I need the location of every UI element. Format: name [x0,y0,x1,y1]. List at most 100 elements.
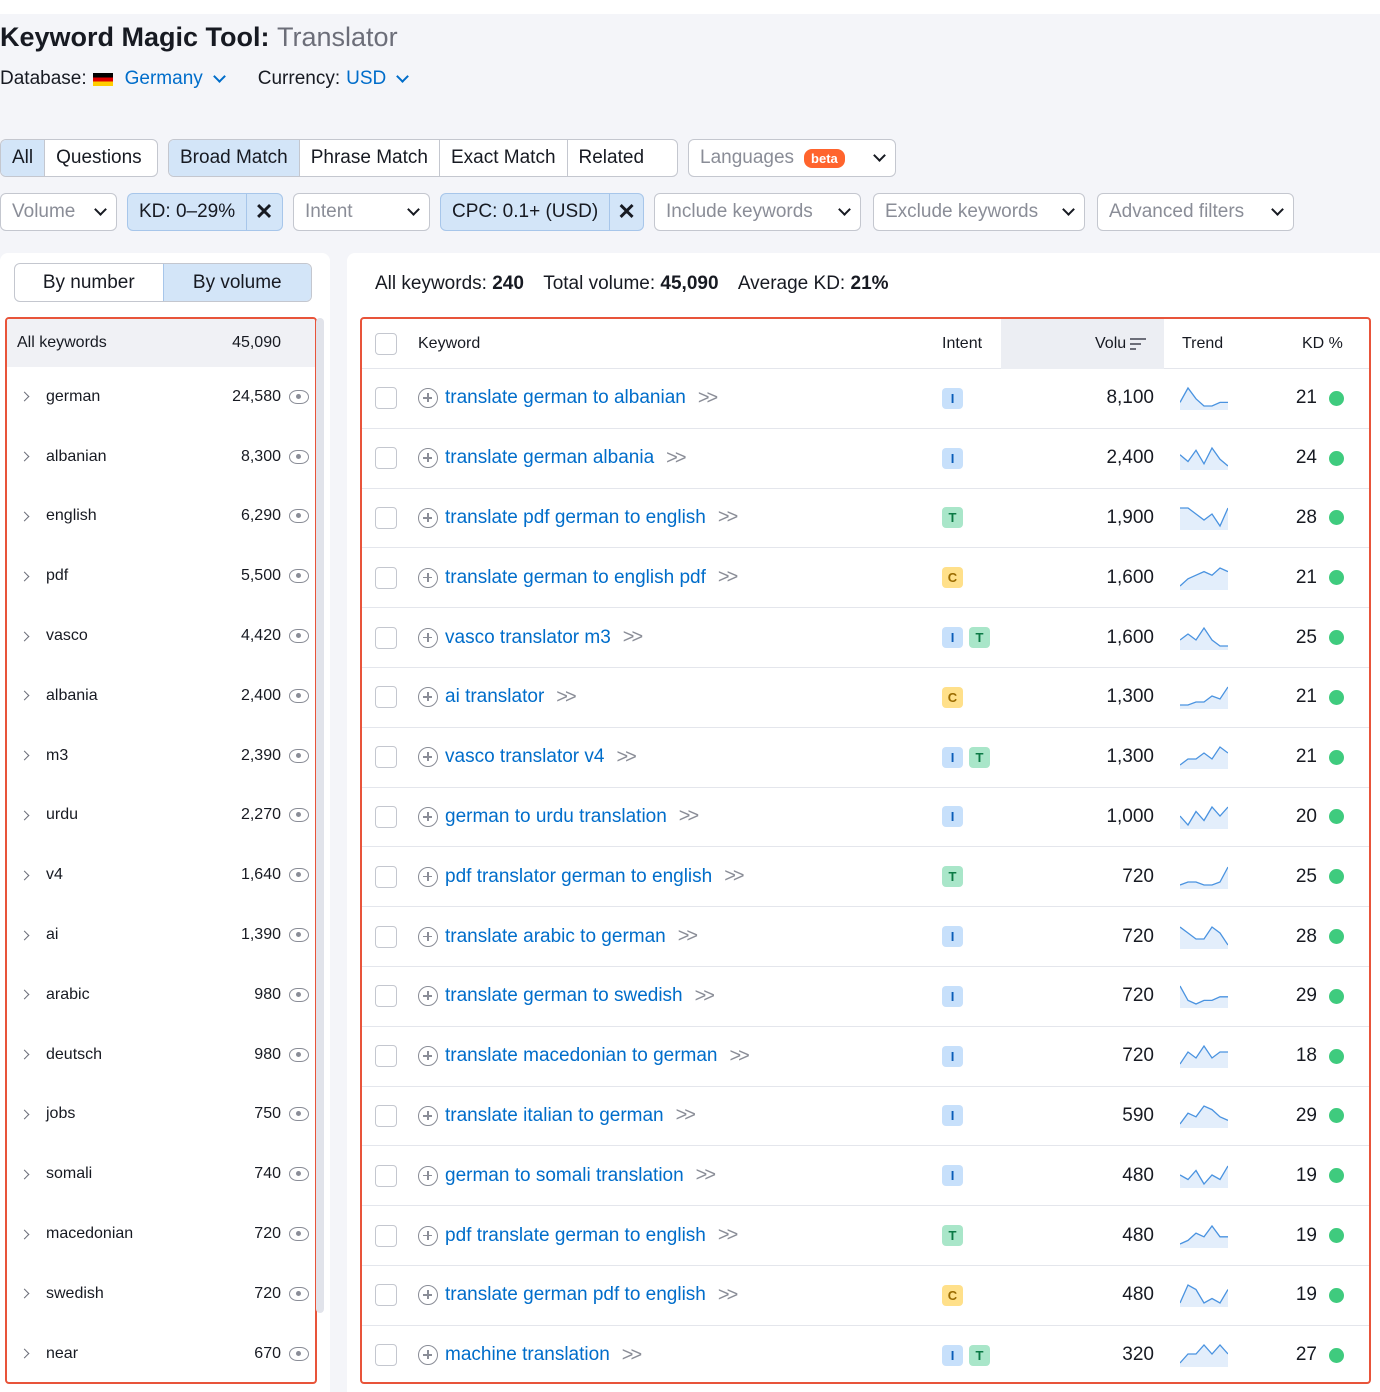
keyword-group-item[interactable]: german 24,580 [7,367,315,427]
eye-icon[interactable] [289,1227,309,1242]
keyword-group-item[interactable]: arabic 980 [7,965,315,1025]
add-to-list-icon[interactable] [418,567,438,588]
keyword-group-item[interactable]: deutsch 980 [7,1025,315,1085]
keyword-link[interactable]: translate macedonian to german [445,1045,718,1067]
keyword-group-item[interactable]: m3 2,390 [7,726,315,786]
add-to-list-icon[interactable] [418,1285,438,1306]
keyword-group-item[interactable]: ai 1,390 [7,905,315,965]
add-to-list-icon[interactable] [418,747,438,768]
chevron-right-icon[interactable] [19,1169,30,1180]
keyword-link[interactable]: pdf translate german to english [445,1225,706,1247]
double-chevron-icon[interactable]: >> [679,805,699,828]
eye-icon[interactable] [289,509,309,524]
eye-icon[interactable] [289,569,309,584]
row-checkbox[interactable] [375,1045,397,1068]
tab-all[interactable]: All [1,140,46,176]
double-chevron-icon[interactable]: >> [724,865,744,888]
keyword-column-header[interactable]: Keyword [418,319,480,368]
eye-icon[interactable] [289,808,309,823]
keyword-link[interactable]: translate pdf german to english [445,507,706,529]
row-checkbox[interactable] [375,746,397,769]
keyword-group-item[interactable]: albanian 8,300 [7,427,315,487]
eye-icon[interactable] [289,449,309,464]
cpc-filter[interactable]: CPC: 0.1+ (USD) ✕ [440,193,644,231]
kd-column-header[interactable]: KD % [1302,319,1343,368]
sort-by-volume-button[interactable]: By volume [162,264,311,301]
keyword-link[interactable]: german to urdu translation [445,806,667,828]
keyword-link[interactable]: pdf translator german to english [445,866,712,888]
double-chevron-icon[interactable]: >> [623,626,643,649]
chevron-right-icon[interactable] [19,451,30,462]
chevron-right-icon[interactable] [19,690,30,701]
row-checkbox[interactable] [375,686,397,709]
volume-column-header[interactable]: Volu [1095,319,1147,368]
tab-related[interactable]: Related [568,140,677,176]
keyword-link[interactable]: ai translator [445,686,544,708]
add-to-list-icon[interactable] [418,1225,438,1246]
tab-phrase-match[interactable]: Phrase Match [300,140,440,176]
double-chevron-icon[interactable]: >> [616,746,636,769]
database-selector[interactable]: Germany [125,68,226,90]
eye-icon[interactable] [289,389,309,404]
tab-exact-match[interactable]: Exact Match [440,140,568,176]
all-keywords-group[interactable]: All keywords 45,090 [7,319,315,367]
keyword-group-item[interactable]: near 670 [7,1324,315,1382]
chevron-right-icon[interactable] [19,870,30,881]
languages-dropdown[interactable]: Languages beta [688,139,896,177]
eye-icon[interactable] [289,748,309,763]
chevron-right-icon[interactable] [19,1049,30,1060]
kd-filter[interactable]: KD: 0–29% ✕ [127,193,283,231]
row-checkbox[interactable] [375,626,397,649]
row-checkbox[interactable] [375,1164,397,1187]
intent-column-header[interactable]: Intent [942,319,982,368]
add-to-list-icon[interactable] [418,806,438,827]
keyword-group-item[interactable]: pdf 5,500 [7,546,315,606]
chevron-right-icon[interactable] [19,930,30,941]
row-checkbox[interactable] [375,1344,397,1367]
double-chevron-icon[interactable]: >> [696,1164,716,1187]
select-all-checkbox[interactable] [375,332,397,355]
row-checkbox[interactable] [375,1104,397,1127]
keyword-link[interactable]: german to somali translation [445,1165,684,1187]
eye-icon[interactable] [289,1047,309,1062]
add-to-list-icon[interactable] [418,866,438,887]
eye-icon[interactable] [289,928,309,943]
groups-scrollbar[interactable] [316,318,324,1313]
add-to-list-icon[interactable] [418,926,438,947]
currency-selector[interactable]: USD [346,68,410,90]
keyword-group-item[interactable]: v4 1,640 [7,845,315,905]
chevron-right-icon[interactable] [19,1229,30,1239]
chevron-right-icon[interactable] [19,631,30,642]
double-chevron-icon[interactable]: >> [698,387,718,410]
row-checkbox[interactable] [375,1224,397,1247]
keyword-group-item[interactable]: macedonian 720 [7,1204,315,1264]
eye-icon[interactable] [289,1286,309,1301]
volume-filter[interactable]: Volume [0,193,117,231]
keyword-group-item[interactable]: swedish 720 [7,1264,315,1324]
double-chevron-icon[interactable]: >> [718,506,738,529]
double-chevron-icon[interactable]: >> [666,447,686,470]
keyword-group-item[interactable]: jobs 750 [7,1085,315,1145]
advanced-filters[interactable]: Advanced filters [1097,193,1294,231]
add-to-list-icon[interactable] [418,507,438,528]
chevron-right-icon[interactable] [19,1288,30,1299]
add-to-list-icon[interactable] [418,986,438,1007]
chevron-right-icon[interactable] [19,1348,30,1359]
keyword-link[interactable]: translate arabic to german [445,926,666,948]
chevron-right-icon[interactable] [19,750,30,761]
row-checkbox[interactable] [375,447,397,470]
chevron-right-icon[interactable] [19,571,30,582]
keyword-group-item[interactable]: vasco 4,420 [7,606,315,666]
add-to-list-icon[interactable] [418,388,438,409]
include-keywords-filter[interactable]: Include keywords [654,193,861,231]
tab-questions[interactable]: Questions [45,140,157,176]
keyword-link[interactable]: vasco translator m3 [445,627,611,649]
double-chevron-icon[interactable]: >> [695,985,715,1008]
clear-cpc-filter-icon[interactable]: ✕ [610,194,643,230]
double-chevron-icon[interactable]: >> [556,686,576,709]
keyword-link[interactable]: vasco translator v4 [445,746,604,768]
eye-icon[interactable] [289,688,309,703]
row-checkbox[interactable] [375,566,397,589]
add-to-list-icon[interactable] [418,1165,438,1186]
keyword-group-item[interactable]: somali 740 [7,1144,315,1204]
